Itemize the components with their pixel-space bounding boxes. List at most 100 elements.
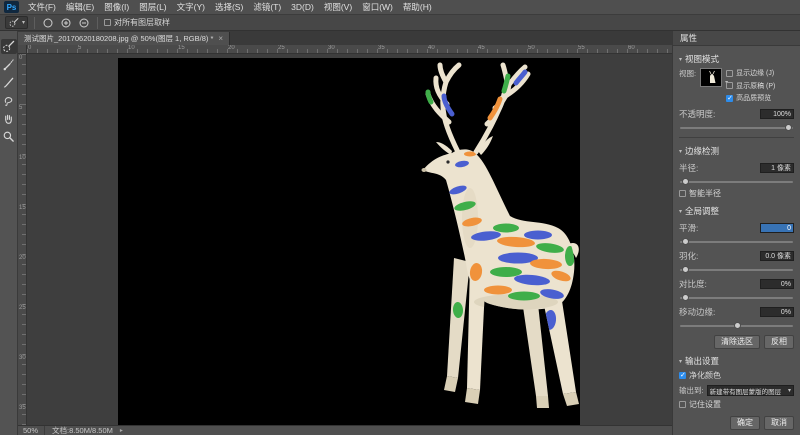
smooth-slider-thumb[interactable] [682, 238, 689, 245]
deer-nose [422, 168, 427, 172]
menu-bar: Ps 文件(F) 编辑(E) 图像(I) 图层(L) 文字(Y) 选择(S) 滤… [0, 0, 800, 15]
ok-button[interactable]: 确定 [730, 416, 760, 430]
feather-slider[interactable] [680, 265, 793, 273]
show-edge-checkbox[interactable]: 显示边缘 (J) [726, 68, 775, 78]
smooth-slider[interactable] [680, 237, 793, 245]
clear-selection-button[interactable]: 清除选区 [714, 335, 760, 349]
ruler-tick-label: 15 [178, 45, 185, 51]
high-quality-preview-checkbox[interactable]: 高品质预览 [726, 93, 775, 103]
section-global-refinements[interactable]: ▾ 全局调整 [679, 205, 794, 217]
collapse-icon: ▾ [679, 208, 682, 215]
ruler-tick-label: 40 [428, 45, 435, 51]
tool-refine-edge-brush[interactable] [1, 57, 17, 72]
remember-settings-checkbox[interactable]: 记住设置 [679, 399, 794, 410]
menu-file[interactable]: 文件(F) [23, 0, 61, 14]
opacity-slider[interactable] [680, 123, 793, 131]
menu-3d[interactable]: 3D(D) [286, 0, 319, 14]
tool-brush[interactable] [1, 75, 17, 90]
contrast-slider[interactable] [680, 293, 793, 301]
opacity-value[interactable]: 100% [760, 109, 794, 119]
section-output-settings[interactable]: ▾ 输出设置 [679, 355, 794, 367]
vertical-ruler: 0 5 10 15 20 25 30 35 [18, 54, 27, 425]
menu-filter[interactable]: 滤镜(T) [248, 0, 286, 14]
menu-select[interactable]: 选择(S) [210, 0, 248, 14]
view-mode-row: 视图: ▾ 显示边缘 (J) [679, 68, 794, 103]
opacity-slider-thumb[interactable] [785, 124, 792, 131]
radius-label: 半径: [679, 162, 698, 174]
show-original-checkbox[interactable]: 显示原稿 (P) [726, 81, 775, 91]
document-tab[interactable]: 测试图片_20170620180208.jpg @ 50%(图层 1, RGB/… [18, 32, 230, 45]
preset-dropdown-icon: ▾ [22, 19, 25, 26]
menu-type[interactable]: 文字(Y) [172, 0, 210, 14]
divider [679, 137, 794, 138]
document-image[interactable] [118, 58, 580, 425]
deer-eye [446, 160, 449, 163]
view-mode-thumbnail[interactable]: ▾ [700, 68, 722, 87]
zoom-level[interactable]: 50% [23, 426, 45, 435]
tool-hand[interactable] [1, 111, 17, 126]
smooth-value[interactable]: 0 [760, 223, 794, 233]
ruler-tick-label: 25 [278, 45, 285, 51]
radius-slider[interactable] [680, 177, 793, 185]
menu-window[interactable]: 窗口(W) [357, 0, 398, 14]
contrast-value[interactable]: 0% [760, 279, 794, 289]
ruler-tick-label: 10 [128, 45, 135, 51]
ruler-tick-label: 10 [19, 155, 26, 161]
ruler-tick-label: 60 [628, 45, 635, 51]
menu-layer[interactable]: 图层(L) [134, 0, 171, 14]
menu-help[interactable]: 帮助(H) [398, 0, 437, 14]
status-bar: 50% 文档:8.50M/8.50M ▸ [18, 425, 672, 435]
section-view-mode[interactable]: ▾ 视图模式 [679, 53, 794, 65]
tool-lasso[interactable] [1, 93, 17, 108]
ruler-tick-label: 30 [328, 45, 335, 51]
feather-slider-thumb[interactable] [682, 266, 689, 273]
close-tab-icon[interactable]: × [218, 35, 223, 43]
tool-quick-selection[interactable] [1, 39, 17, 54]
output-to-dropdown[interactable]: 新建带有图层蒙版的图层 ▾ [707, 385, 794, 396]
status-flyout-icon[interactable]: ▸ [120, 427, 123, 434]
panel-tab-properties[interactable]: 属性 [680, 32, 697, 44]
ruler-tick-label: 20 [228, 45, 235, 51]
checkbox-box [104, 19, 111, 26]
menu-edit[interactable]: 编辑(E) [61, 0, 99, 14]
subtract-from-selection-icon[interactable] [77, 16, 91, 30]
horizontal-ruler: 0 5 10 15 20 25 30 35 40 45 50 55 60 [27, 45, 672, 54]
cancel-button[interactable]: 取消 [764, 416, 794, 430]
add-to-selection-icon[interactable] [59, 16, 73, 30]
feather-label: 羽化: [679, 250, 698, 262]
dropdown-arrow-icon: ▾ [788, 387, 791, 394]
sample-all-layers-checkbox[interactable]: 对所有图层取样 [104, 17, 170, 28]
section-edge-detection[interactable]: ▾ 边缘检测 [679, 145, 794, 157]
shift-edge-value[interactable]: 0% [760, 307, 794, 317]
radius-slider-thumb[interactable] [682, 178, 689, 185]
invert-button[interactable]: 反相 [764, 335, 794, 349]
collapse-icon: ▾ [679, 148, 682, 155]
hand-icon [2, 112, 15, 125]
shift-edge-slider-thumb[interactable] [734, 322, 741, 329]
menu-image[interactable]: 图像(I) [99, 0, 134, 14]
ruler-tick-label: 20 [19, 255, 26, 261]
smart-radius-checkbox[interactable]: 智能半径 [679, 188, 794, 199]
ruler-tick-label: 45 [478, 45, 485, 51]
zoom-icon [2, 130, 15, 143]
radius-value[interactable]: 1 像素 [760, 163, 794, 173]
document-area: 测试图片_20170620180208.jpg @ 50%(图层 1, RGB/… [18, 31, 672, 435]
main-area: 测试图片_20170620180208.jpg @ 50%(图层 1, RGB/… [0, 31, 800, 435]
tool-zoom[interactable] [1, 129, 17, 144]
canvas-workspace[interactable] [27, 54, 672, 425]
view-thumbnail-deer-icon [701, 69, 721, 86]
feather-value[interactable]: 0.0 像素 [760, 251, 794, 261]
smooth-label: 平滑: [679, 222, 698, 234]
decontaminate-colors-checkbox[interactable]: 净化颜色 [679, 370, 794, 381]
ruler-row: 0 5 10 15 20 25 30 35 40 45 50 55 60 [18, 45, 672, 54]
contrast-label: 对比度: [679, 278, 707, 290]
shift-edge-slider[interactable] [680, 321, 793, 329]
new-selection-icon[interactable] [41, 16, 55, 30]
menu-view[interactable]: 视图(V) [319, 0, 357, 14]
checkbox-label: 对所有图层取样 [114, 17, 170, 28]
contrast-slider-thumb[interactable] [682, 294, 689, 301]
properties-panel: 属性 ▾ 视图模式 视图: ▾ [672, 31, 800, 435]
collapse-icon: ▾ [679, 358, 682, 365]
current-tool-preset[interactable]: ▾ [5, 16, 28, 29]
output-to-label: 输出到: [679, 385, 704, 396]
